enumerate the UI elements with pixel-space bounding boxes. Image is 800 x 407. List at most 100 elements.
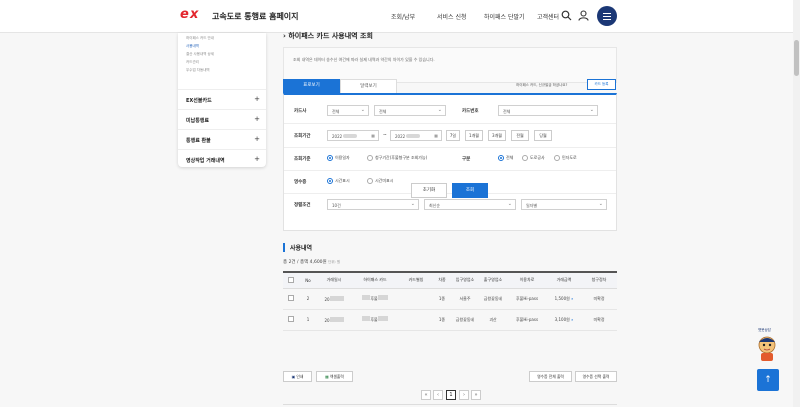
col-lane: 이용차로 [507,271,547,289]
sort-count-select[interactable]: 10건 ⌄ [327,199,419,210]
chevron-down-icon: ⌄ [589,107,594,113]
pager-current[interactable]: 1 [446,390,456,400]
col-amount: 거래금액 [547,271,581,289]
print-button[interactable]: ▣ 인쇄 [283,371,312,382]
table-row[interactable]: 2 20 후불 1종 서울주 금왕꽃동네 후불Hi-pass 1,500원 ⌕ … [283,288,617,310]
range-prev-month-button[interactable]: 전월 [511,130,529,141]
calendar-icon: ▦ [371,133,375,138]
division-radio-private-road[interactable]: 민자도로 [554,155,577,161]
plus-icon: + [254,95,260,103]
row-checkbox[interactable] [288,295,294,301]
chatbot-label: 챗봇상담 [758,328,771,332]
range-1m-button[interactable]: 1개월 [465,130,483,141]
card-number-select[interactable]: 전체 ⌄ [498,105,598,116]
chevron-down-icon: ⌄ [360,107,365,113]
results-title: 사용내역 [283,243,312,252]
division-label: 구분 [462,157,471,162]
radio-checked-icon [498,155,504,161]
tab-calendar-view[interactable]: 달력보기 [340,79,397,93]
excel-button[interactable]: ▦ 엑셀출력 [316,371,353,382]
radio-checked-icon [327,178,333,184]
sidebar-sub-hipass-card-guide[interactable]: 하이패스 카드 안내 [186,36,214,41]
col-car-type: 차종 [433,271,451,289]
basis-radio-billing-period[interactable]: 청구기간(후불형구분 조회가능) [367,155,427,161]
chevron-down-icon: ⌄ [507,201,512,207]
sidebar-item-toll-refund[interactable]: 통행료 환불 + [178,129,266,149]
card-register-button[interactable]: 카드 등록 [587,79,616,90]
sort-type-select[interactable]: 일자별 ⌄ [521,199,607,210]
receipt-label: 영수증 [294,180,307,185]
select-all-checkbox[interactable] [288,276,294,283]
receipt-all-button[interactable]: 영수증 전체 출력 [529,371,572,382]
search-button[interactable]: 조회 [452,183,488,198]
card-company-select[interactable]: 전체 ⌄ [327,105,369,116]
pager-prev[interactable]: ‹ [433,390,443,400]
basis-label: 조회기준 [294,157,311,162]
tab-table-view[interactable]: 표로보기 [283,79,340,93]
col-exit-office: 출구영업소 [479,271,507,289]
ex-logo-icon: ex [180,7,199,22]
row-checkbox[interactable] [288,316,294,322]
date-to-input[interactable]: 2022 ▦ [390,130,442,141]
magnifier-icon[interactable]: ⌕ [571,296,573,301]
sidebar-sub-settlement-detail[interactable]: 결산 사용내역 상세 [186,52,214,57]
footer-divider [283,404,617,405]
receipt-radio-hide-time[interactable]: 시간미표시 [367,178,393,184]
sidebar-sub-usage-history[interactable]: 사용내역 [186,44,199,49]
magnifier-icon[interactable]: ⌕ [571,317,573,322]
chatbot-mascot-icon [758,336,776,361]
results-summary: 총 2건 / 총액 4,600원 단위: 원 [283,260,341,265]
nav-inquiry-payment[interactable]: 조회/납부 [391,12,415,21]
receipt-selected-button[interactable]: 영수증 선택 출력 [575,371,617,382]
sidebar: 하이패스 카드 안내 사용내역 결산 사용내역 상세 카드관리 우수업 자동내역… [178,33,266,167]
sidebar-item-video-transactions[interactable]: 영상작업 거래내역 + [178,149,266,169]
pager-last[interactable]: » [471,390,481,400]
nav-service-apply[interactable]: 서비스 신청 [437,12,467,21]
scroll-top-button[interactable]: ↑ [757,369,779,391]
nav-hipass-device[interactable]: 하이패스 단말기 [484,12,525,21]
calendar-icon: ▦ [434,133,438,138]
chevron-down-icon: ⌄ [410,201,415,207]
division-radio-all[interactable]: 전체 [498,155,513,161]
range-7d-button[interactable]: 7일 [446,130,460,141]
col-entry-office: 입구영업소 [451,271,479,289]
nav-customer-center[interactable]: 고객센터 [537,12,559,21]
division-radio-korea-expressway[interactable]: 도로공사 [522,155,545,161]
arrow-up-icon: ↑ [764,375,772,385]
reset-button[interactable]: 초기화 [411,183,447,198]
receipt-radio-show-time[interactable]: 시간표시 [327,178,350,184]
date-from-input[interactable]: 2022 ▦ [327,130,379,141]
col-card-alias: 카드별칭 [399,271,433,289]
period-label: 조회기간 [294,134,311,139]
chevron-down-icon: ⌄ [598,201,603,207]
site-logo[interactable]: ex 고속도로 통행료 홈페이지 [180,7,299,23]
main-content: › 하이패스 카드 사용내역 조회 조회 내역은 데이터 송수신 여건에 따라 … [283,32,617,407]
card-number-label: 카드번호 [462,109,479,114]
notice-box: 조회 내역은 데이터 송수신 여건에 따라 실제 내역과 약간의 차이가 있을 … [283,47,617,83]
basis-radio-usage-date[interactable]: 이용일자 [327,155,350,161]
table-row[interactable]: 1 20 후불 1종 금왕꽃동네 괴산 후불Hi-pass 3,100원 ⌕ 미… [283,309,617,331]
page-title: › 하이패스 카드 사용내역 조회 [283,32,373,40]
sidebar-sub-card-management[interactable]: 카드관리 [186,60,199,65]
search-icon[interactable] [561,10,572,21]
pager-first[interactable]: « [421,390,431,400]
sort-order-select[interactable]: 최신순 ⌄ [424,199,516,210]
sidebar-sub-auto-history[interactable]: 우수업 자동내역 [186,68,210,73]
card-type-select[interactable]: 전체 ⌄ [374,105,446,116]
range-this-month-button[interactable]: 당월 [534,130,552,141]
scrollbar-thumb[interactable] [794,40,799,76]
sidebar-item-unpaid-toll[interactable]: 미납통행료 + [178,109,266,129]
plus-icon: + [254,155,260,163]
excel-icon: ▦ [325,374,329,379]
sort-label: 정렬조건 [294,203,311,208]
sidebar-item-ex-prepaid-card[interactable]: EX선불카드 + [178,89,266,109]
search-form: 카드사 전체 ⌄ 전체 ⌄ 카드번호 전체 ⌄ 조회기간 2022 ▦ ~ 2022 … [283,93,617,231]
site-header: ex 고속도로 통행료 홈페이지 조회/납부 서비스 신청 하이패스 단말기 고… [0,0,800,33]
chevron-down-icon: ⌄ [437,107,442,113]
usage-table: No 거래일시 하이패스 카드 카드별칭 차종 입구영업소 출구영업소 이용차로… [283,271,617,331]
pager-next[interactable]: › [459,390,469,400]
chatbot-widget[interactable]: 챗봇상담 [752,328,782,362]
range-3m-button[interactable]: 3개월 [488,130,506,141]
menu-hamburger-button[interactable] [597,6,617,26]
user-icon[interactable] [578,10,589,21]
